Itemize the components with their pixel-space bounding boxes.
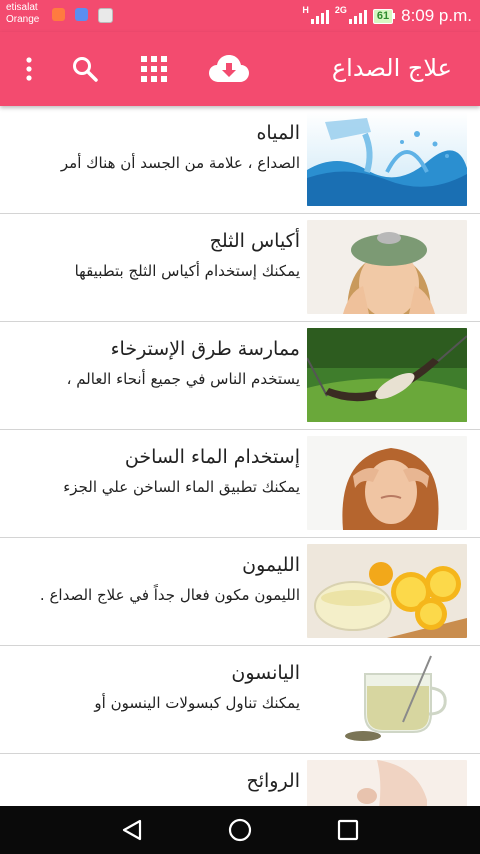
signal-strength-icon-2 [348,8,367,24]
signal-strength-icon [310,8,329,24]
item-description: يمكنك تناول كبسولات الينسون أو [94,694,300,712]
notification-messenger-icon [75,8,88,21]
navigation-bar [0,806,480,854]
ice-bag-image [307,220,467,314]
item-title: الروائح [246,770,300,792]
home-icon[interactable] [226,816,254,844]
item-title: الليمون [242,554,300,576]
list-item[interactable]: ممارسة طرق الإسترخاء يستخدم الناس في جمي… [0,322,480,430]
lemons-image [307,544,467,638]
grid-icon[interactable] [139,54,169,84]
list-item[interactable]: المياه الصداع ، علامة من الجسد أن هناك أ… [0,106,480,214]
list-item[interactable]: إستخدام الماء الساخن يمكنك تطبيق الماء ا… [0,430,480,538]
item-title: اليانسون [231,662,300,684]
search-icon[interactable] [70,54,100,84]
carrier-line-1: etisalat [6,2,38,13]
battery-level: 61 [372,8,394,24]
headache-woman-image [307,436,467,530]
scents-image [307,760,467,806]
network-type-h: H [302,5,309,15]
item-description: الليمون مكون فعال جداً في علاج الصداع . [39,586,300,604]
network-type-2g: 2G [334,5,347,15]
overflow-menu-icon[interactable] [14,54,44,84]
anise-tea-image [307,652,467,746]
item-description: يستخدم الناس في جميع أنحاء العالم ، [66,370,300,388]
clock: 8:09 p.m. [401,6,472,25]
notification-app-icon [52,8,65,21]
water-image [307,112,467,206]
back-icon[interactable] [118,816,146,844]
battery-icon: 61 [372,8,396,24]
hammock-image [307,328,467,422]
page-title: علاج الصداع [331,54,452,82]
status-bar: etisalat Orange H 2G 61 8:09 p.m. [0,0,480,32]
notification-image-icon [98,8,113,23]
item-title: المياه [256,122,300,144]
item-description: يمكنك إستخدام أكياس الثلج بتطبيقها [74,262,300,280]
list-item[interactable]: الليمون الليمون مكون فعال جداً في علاج ا… [0,538,480,646]
list-item[interactable]: اليانسون يمكنك تناول كبسولات الينسون أو [0,646,480,754]
item-description: الصداع ، علامة من الجسد أن هناك أمر [60,154,300,172]
carrier-line-2: Orange [6,14,40,25]
item-title: إستخدام الماء الساخن [124,446,300,468]
status-indicators: H 2G 61 8:09 p.m. [302,0,472,32]
app-bar: علاج الصداع [0,32,480,106]
item-description: يمكنك تطبيق الماء الساخن علي الجزء [63,478,300,496]
carrier-name: etisalat Orange [6,2,39,26]
item-title: أكياس الثلج [209,230,300,252]
list-item[interactable]: أكياس الثلج يمكنك إستخدام أكياس الثلج بت… [0,214,480,322]
list-item[interactable]: الروائح [0,754,480,806]
cloud-download-icon[interactable] [208,54,250,84]
recents-icon[interactable] [334,816,362,844]
remedies-list: المياه الصداع ، علامة من الجسد أن هناك أ… [0,106,480,806]
item-title: ممارسة طرق الإسترخاء [110,338,300,360]
